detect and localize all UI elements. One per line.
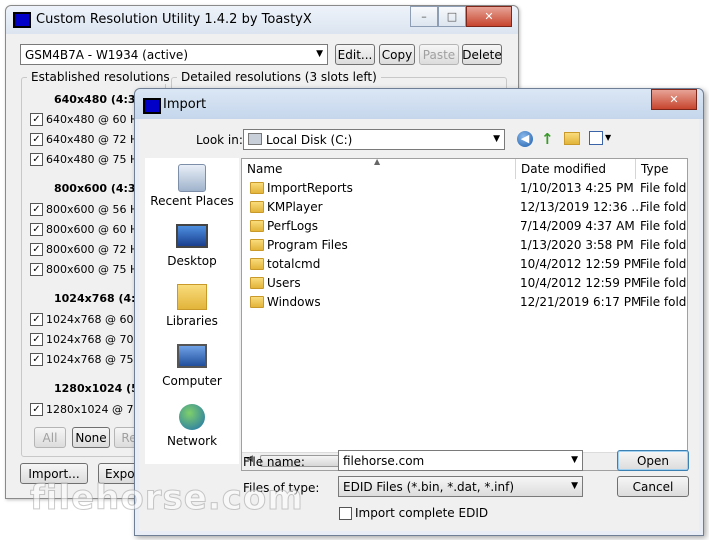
established-label: Established resolutions [27, 70, 174, 84]
open-button[interactable]: Open [617, 450, 689, 471]
view-menu-icon[interactable] [589, 131, 603, 145]
list-item[interactable]: Windows12/21/2019 6:17 PMFile folder [242, 293, 687, 312]
chevron-down-icon: ▼ [316, 49, 323, 59]
copy-button[interactable]: Copy [379, 44, 415, 65]
group-head: 640x480 (4:3) [54, 93, 141, 106]
all-button[interactable]: All [34, 427, 66, 448]
place-desktop[interactable]: Desktop [145, 224, 239, 268]
resolution-checkbox[interactable]: ✓ 800x600 @ 75 Hz [30, 261, 144, 277]
paste-button[interactable]: Paste [419, 44, 459, 65]
recent-places-icon [178, 164, 206, 192]
back-icon[interactable]: ◀ [517, 131, 533, 147]
import-complete-checkbox[interactable]: Import complete EDID [339, 505, 488, 521]
import-title: Import [163, 97, 207, 112]
resolution-checkbox[interactable]: ✓ 1024x768 @ 70 Hz [30, 331, 151, 347]
folder-icon [250, 239, 264, 251]
desktop-icon [176, 224, 208, 248]
group-head: 800x600 (4:3) [54, 182, 141, 195]
resolution-checkbox[interactable]: ✓ 640x480 @ 72 Hz [30, 131, 144, 147]
minimize-button[interactable]: – [410, 6, 438, 27]
place-network[interactable]: Network [145, 404, 239, 448]
monitor-icon [143, 98, 161, 114]
folder-icon [250, 296, 264, 308]
monitor-select-value: GSM4B7A - W1934 (active) [25, 47, 188, 62]
chevron-down-icon[interactable]: ▼ [605, 133, 611, 142]
list-item[interactable]: KMPlayer12/13/2019 12:36 ...File folder [242, 198, 687, 217]
edit-button[interactable]: Edit... [335, 44, 375, 65]
list-item[interactable]: Users10/4/2012 12:59 PMFile folder [242, 274, 687, 293]
folder-icon [250, 258, 264, 270]
place-computer[interactable]: Computer [145, 344, 239, 388]
column-header-date[interactable]: Date modified [516, 159, 636, 179]
resolution-checkbox[interactable]: ✓ 800x600 @ 72 Hz [30, 241, 144, 257]
file-list: Name ▲ Date modified Type ImportReports 1… [241, 158, 688, 471]
checkbox-box[interactable] [339, 506, 352, 520]
resolution-checkbox[interactable]: ✓ 1024x768 @ 60 Hz [30, 311, 151, 327]
files-of-type-select[interactable]: EDID Files (*.bin, *.dat, *.inf) ▼ [338, 476, 583, 497]
import-titlebar: Import ✕ [135, 89, 703, 119]
delete-button[interactable]: Delete [462, 44, 502, 65]
sort-ascending-icon: ▲ [374, 158, 381, 166]
cancel-button[interactable]: Cancel [617, 476, 689, 497]
resolution-checkbox[interactable]: ✓ 800x600 @ 56 Hz [30, 201, 144, 217]
monitor-icon [13, 12, 31, 28]
watermark-logo: filehorse.com [30, 478, 304, 519]
folder-icon [250, 277, 264, 289]
maximize-button[interactable]: □ [438, 6, 466, 27]
folder-icon [250, 201, 264, 213]
close-button[interactable]: ✕ [466, 6, 512, 27]
cru-titlebar: Custom Resolution Utility 1.4.2 by Toast… [6, 6, 518, 34]
list-item[interactable]: ImportReports1/10/2013 4:25 PMFile folde… [242, 179, 687, 198]
detailed-label: Detailed resolutions (3 slots left) [177, 70, 381, 84]
drive-icon [248, 133, 262, 145]
new-folder-icon[interactable] [564, 132, 580, 145]
file-name-label: File name: [243, 455, 305, 469]
place-libraries[interactable]: Libraries [145, 284, 239, 328]
list-item[interactable]: totalcmd10/4/2012 12:59 PMFile folder [242, 255, 687, 274]
resolution-checkbox[interactable]: ✓ 800x600 @ 60 Hz [30, 221, 144, 237]
chevron-down-icon[interactable]: ▼ [571, 455, 578, 465]
look-in-value: Local Disk (C:) [266, 132, 353, 147]
monitor-select[interactable]: GSM4B7A - W1934 (active) ▼ [20, 44, 328, 65]
list-item[interactable]: Program Files1/13/2020 3:58 PMFile folde… [242, 236, 687, 255]
folder-icon [250, 220, 264, 232]
close-button[interactable]: ✕ [651, 89, 697, 110]
list-item[interactable]: PerfLogs7/14/2009 4:37 AMFile folder [242, 217, 687, 236]
computer-icon [177, 344, 207, 368]
import-dialog: Import ✕ Look in: Local Disk (C:) ▼ ◀ ↑ … [134, 88, 704, 536]
look-in-select[interactable]: Local Disk (C:) ▼ [243, 129, 505, 150]
file-name-input[interactable]: filehorse.com ▼ [338, 450, 583, 471]
place-recent[interactable]: Recent Places [145, 164, 239, 208]
chevron-down-icon: ▼ [493, 134, 500, 144]
column-header-name[interactable]: Name ▲ [242, 159, 516, 179]
places-bar: Recent Places Desktop Libraries Computer… [145, 158, 239, 464]
resolution-checkbox[interactable]: ✓ 640x480 @ 60 Hz [30, 111, 144, 127]
resolution-checkbox[interactable]: ✓ 640x480 @ 75 Hz [30, 151, 144, 167]
resolution-checkbox[interactable]: ✓ 1024x768 @ 75 Hz [30, 351, 151, 367]
column-header-type[interactable]: Type [636, 159, 687, 179]
none-button[interactable]: None [72, 427, 110, 448]
network-icon [179, 404, 205, 430]
import-body: Look in: Local Disk (C:) ▼ ◀ ↑ ▼ Recent … [139, 119, 699, 531]
folder-icon [250, 182, 264, 194]
cru-title: Custom Resolution Utility 1.4.2 by Toast… [36, 12, 312, 27]
look-in-label: Look in: [196, 133, 243, 147]
libraries-icon [177, 284, 207, 310]
up-folder-icon[interactable]: ↑ [541, 130, 557, 148]
chevron-down-icon: ▼ [571, 481, 578, 491]
